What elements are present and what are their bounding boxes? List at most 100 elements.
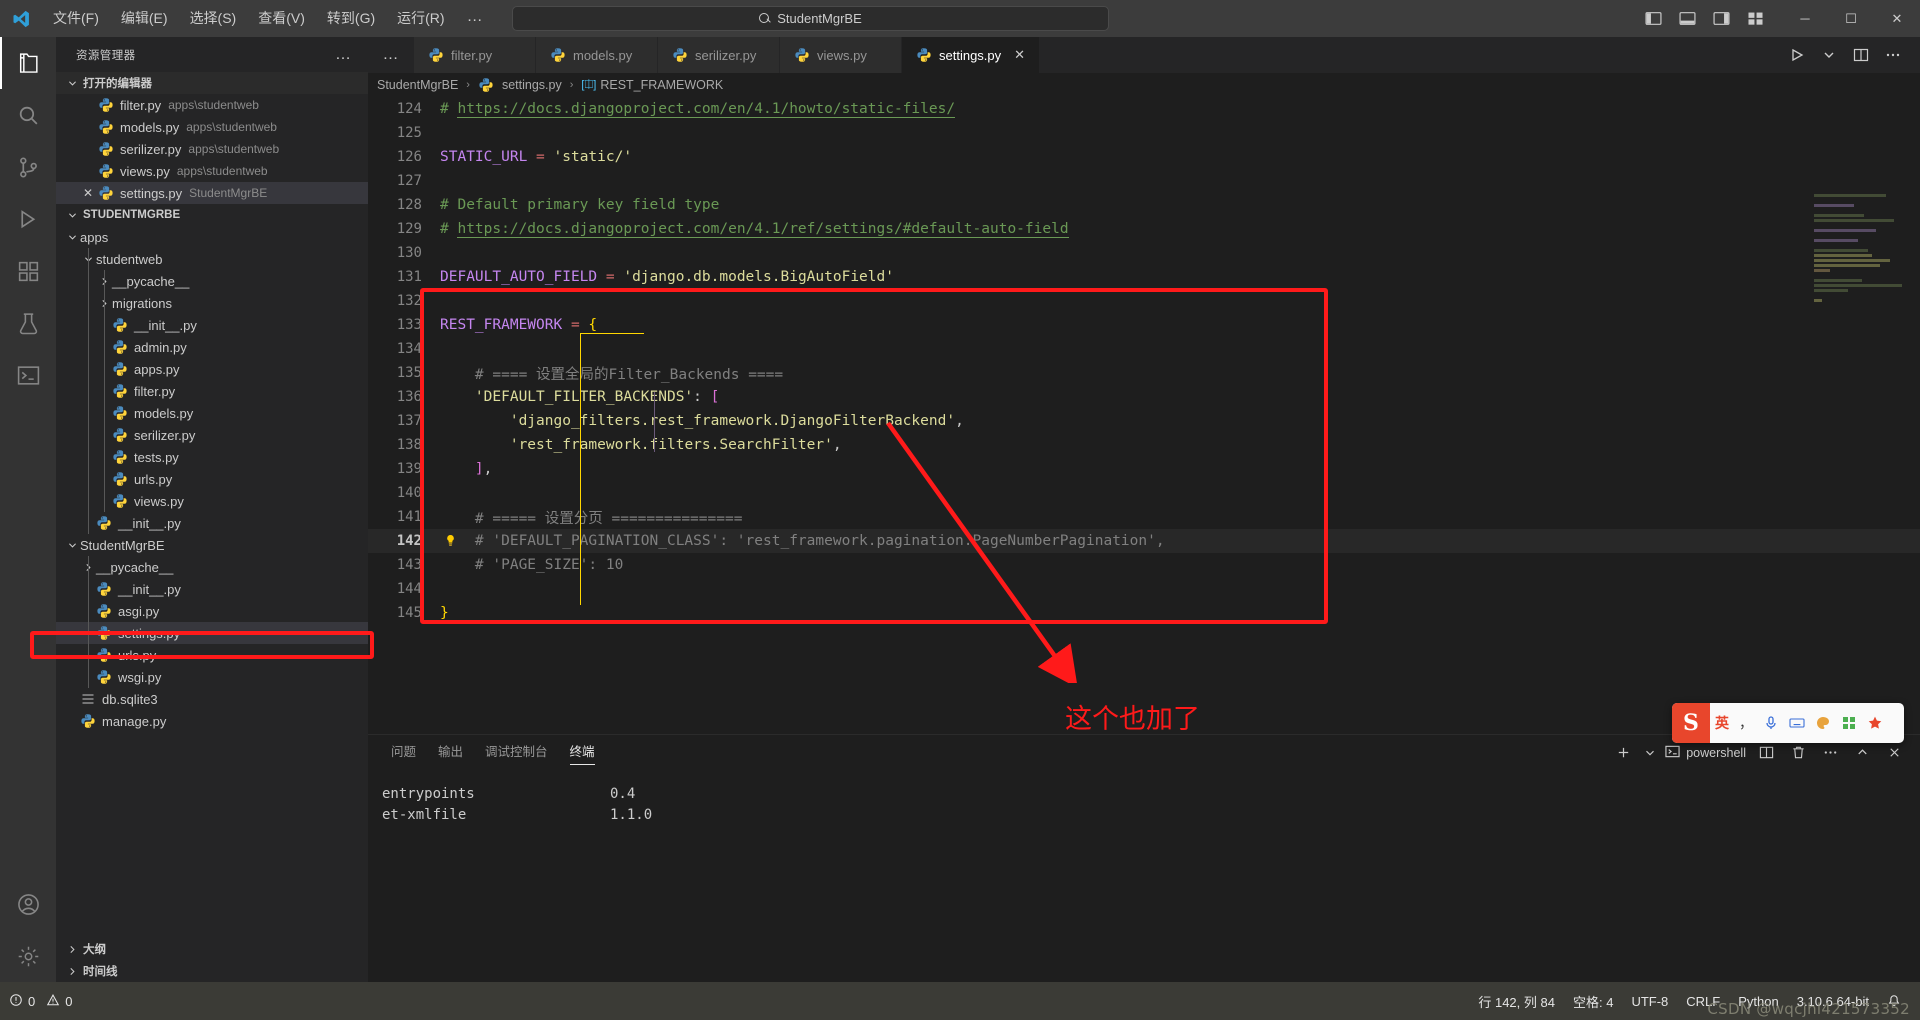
code-line[interactable]: 136 'DEFAULT_FILTER_BACKENDS': [: [368, 385, 1920, 409]
section-outline[interactable]: 大纲: [56, 938, 368, 960]
code-line[interactable]: 129 # https://docs.djangoproject.com/en/4…: [368, 217, 1920, 241]
code-line[interactable]: 138 'rest_framework.filters.SearchFilter…: [368, 433, 1920, 457]
code-line[interactable]: 127: [368, 169, 1920, 193]
editor-tab[interactable]: filter.py: [414, 37, 536, 73]
tree-folder[interactable]: apps: [56, 226, 368, 248]
code-line[interactable]: 134: [368, 337, 1920, 361]
sidebar-item-testing[interactable]: [0, 297, 56, 349]
plus-icon[interactable]: [1611, 741, 1635, 765]
section-project-root[interactable]: STUDENTMGRBE: [56, 204, 368, 226]
tree-file[interactable]: urls.py: [56, 468, 368, 490]
tabs-overflow-icon[interactable]: …: [368, 37, 414, 73]
tree-file[interactable]: __init__.py: [56, 578, 368, 600]
more-actions-icon[interactable]: [1818, 741, 1842, 765]
tree-file[interactable]: serilizer.py: [56, 424, 368, 446]
split-panel-icon[interactable]: [1754, 741, 1778, 765]
tree-folder[interactable]: studentweb: [56, 248, 368, 270]
customize-layout-icon[interactable]: [1738, 0, 1772, 37]
code-line[interactable]: 139 ],: [368, 457, 1920, 481]
tree-file[interactable]: manage.py: [56, 710, 368, 732]
code-line[interactable]: 145}: [368, 601, 1920, 625]
menu-edit[interactable]: 编辑(E): [110, 0, 179, 37]
code-line[interactable]: 126 STATIC_URL = 'static/': [368, 145, 1920, 169]
code-line[interactable]: 130: [368, 241, 1920, 265]
command-center-search[interactable]: StudentMgrBE: [512, 6, 1109, 31]
lightbulb-icon[interactable]: [444, 534, 457, 547]
window-maximize-button[interactable]: ☐: [1828, 0, 1874, 37]
sidebar-more-actions-icon[interactable]: …: [335, 46, 352, 64]
code-line[interactable]: 137 'django_filters.rest_framework.Djang…: [368, 409, 1920, 433]
sidebar-item-search[interactable]: [0, 89, 56, 141]
window-close-button[interactable]: ✕: [1874, 0, 1920, 37]
close-icon[interactable]: [1882, 741, 1906, 765]
mic-icon[interactable]: [1758, 715, 1784, 731]
minimap[interactable]: [1814, 194, 1906, 434]
split-editor-icon[interactable]: [1846, 37, 1876, 73]
menu-go[interactable]: 转到(G): [316, 0, 386, 37]
tree-file[interactable]: wsgi.py: [56, 666, 368, 688]
menu-selection[interactable]: 选择(S): [179, 0, 248, 37]
terminal-shell-selector[interactable]: powershell: [1665, 744, 1746, 762]
breadcrumb-symbol[interactable]: [⎅] REST_FRAMEWORK: [581, 78, 723, 92]
tree-folder[interactable]: StudentMgrBE: [56, 534, 368, 556]
tree-file[interactable]: filter.py: [56, 380, 368, 402]
terminal-output[interactable]: entrypoints 0.4 et-xmlfile 1.1.0: [368, 770, 1920, 826]
toggle-secondary-sidebar-icon[interactable]: [1704, 0, 1738, 37]
code-line[interactable]: 141 # ===== 设置分页 ===============: [368, 505, 1920, 529]
section-open-editors[interactable]: 打开的编辑器: [56, 72, 368, 94]
tree-file[interactable]: settings.py: [56, 622, 368, 644]
tree-file[interactable]: admin.py: [56, 336, 368, 358]
keyboard-icon[interactable]: [1784, 715, 1810, 731]
open-editor-item[interactable]: ✕ settings.py StudentMgrBE: [56, 182, 368, 204]
chevron-up-icon[interactable]: [1850, 741, 1874, 765]
code-line[interactable]: 135 # ==== 设置全局的Filter_Backends ====: [368, 361, 1920, 385]
more-actions-icon[interactable]: [1878, 37, 1908, 73]
code-line[interactable]: 125: [368, 121, 1920, 145]
panel-tab[interactable]: 输出: [427, 735, 474, 770]
tree-file[interactable]: tests.py: [56, 446, 368, 468]
tree-file[interactable]: db.sqlite3: [56, 688, 368, 710]
editor-tab[interactable]: settings.py ✕: [902, 37, 1041, 73]
code-editor[interactable]: 124 # https://docs.djangoproject.com/en/4…: [368, 97, 1920, 734]
sidebar-item-explorer[interactable]: [0, 37, 56, 89]
ime-toolbar[interactable]: S 英 ，: [1672, 703, 1904, 743]
close-editor-icon[interactable]: ✕: [78, 186, 98, 200]
tab-close-icon[interactable]: ✕: [1014, 47, 1025, 63]
tree-file[interactable]: __init__.py: [56, 314, 368, 336]
palette-icon[interactable]: [1810, 715, 1836, 731]
menu-run[interactable]: 运行(R): [386, 0, 455, 37]
cursor-position[interactable]: 行 142, 列 84: [1469, 982, 1564, 1020]
encoding-status[interactable]: UTF-8: [1622, 982, 1677, 1020]
toggle-panel-icon[interactable]: [1670, 0, 1704, 37]
editor-tab[interactable]: models.py: [536, 37, 658, 73]
open-editor-item[interactable]: views.py apps\studentweb: [56, 160, 368, 182]
open-editor-item[interactable]: models.py apps\studentweb: [56, 116, 368, 138]
chevron-down-icon[interactable]: [1814, 37, 1844, 73]
comma-icon[interactable]: ，: [1734, 713, 1758, 733]
trash-icon[interactable]: [1786, 741, 1810, 765]
panel-tab[interactable]: 终端: [559, 735, 606, 770]
account-icon[interactable]: [0, 878, 56, 930]
tree-file[interactable]: models.py: [56, 402, 368, 424]
tree-folder[interactable]: __pycache__: [56, 270, 368, 292]
editor-tab[interactable]: views.py: [780, 37, 902, 73]
editor-tab[interactable]: serilizer.py: [658, 37, 780, 73]
run-python-file-icon[interactable]: [1782, 37, 1812, 73]
star-icon[interactable]: [1862, 715, 1888, 731]
panel-tab[interactable]: 问题: [380, 735, 427, 770]
tree-file[interactable]: __init__.py: [56, 512, 368, 534]
panel-tab[interactable]: 调试控制台: [474, 735, 559, 770]
toggle-primary-sidebar-icon[interactable]: [1636, 0, 1670, 37]
menu-bar[interactable]: 文件(F) 编辑(E) 选择(S) 查看(V) 转到(G) 运行(R) …: [42, 0, 495, 37]
sidebar-item-source-control[interactable]: [0, 141, 56, 193]
chevron-down-icon[interactable]: [1643, 741, 1657, 765]
sidebar-item-run-debug[interactable]: [0, 193, 56, 245]
code-line[interactable]: 131 DEFAULT_AUTO_FIELD = 'django.db.model…: [368, 265, 1920, 289]
code-line[interactable]: 140: [368, 481, 1920, 505]
code-line[interactable]: 143 # 'PAGE_SIZE': 10: [368, 553, 1920, 577]
breadcrumb-root[interactable]: StudentMgrBE: [377, 78, 458, 92]
indentation-status[interactable]: 空格: 4: [1564, 982, 1622, 1020]
tree-file[interactable]: views.py: [56, 490, 368, 512]
open-editor-item[interactable]: serilizer.py apps\studentweb: [56, 138, 368, 160]
sidebar-item-terminal[interactable]: [0, 349, 56, 401]
